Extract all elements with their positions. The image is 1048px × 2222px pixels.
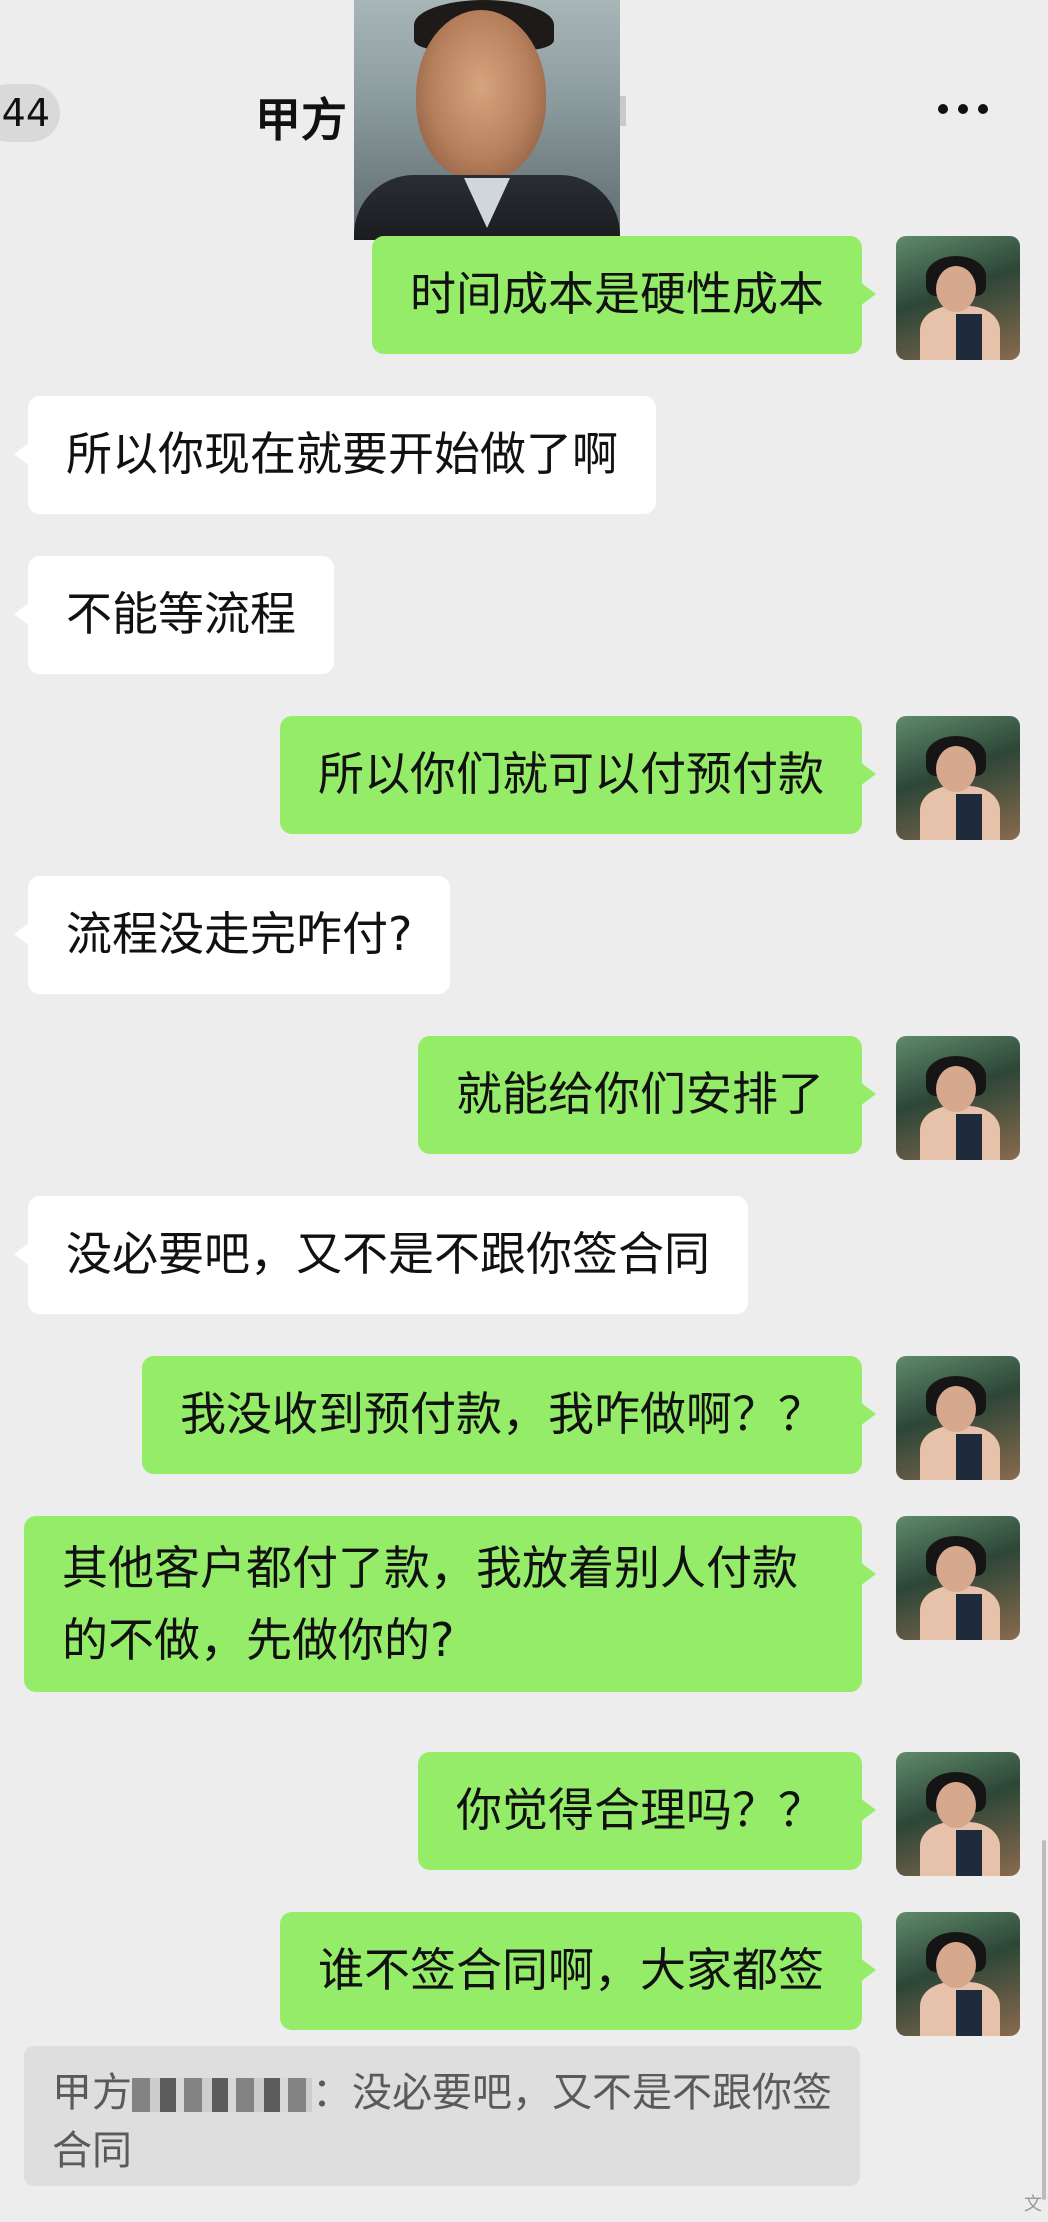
- message-bubble-mine[interactable]: 我没收到预付款，我咋做啊？？: [142, 1356, 876, 1474]
- my-avatar[interactable]: [896, 236, 1020, 360]
- quoted-message[interactable]: 甲方 ：没必要吧，又不是不跟你签合同: [24, 2046, 860, 2186]
- my-avatar[interactable]: [896, 1912, 1020, 2036]
- message-bubble-theirs[interactable]: 不能等流程: [14, 556, 334, 674]
- quote-sender: 甲方: [52, 2070, 132, 2116]
- my-avatar[interactable]: [896, 1752, 1020, 1876]
- message-bubble-mine[interactable]: 你觉得合理吗？？: [418, 1752, 876, 1870]
- watermark-text: 文: [1024, 2194, 1042, 2215]
- message-bubble-mine[interactable]: 其他客户都付了款，我放着别人付款的不做，先做你的?: [24, 1516, 876, 1692]
- overlay-photo: [354, 0, 620, 240]
- my-avatar[interactable]: [896, 1516, 1020, 1640]
- message-bubble-mine[interactable]: 就能给你们安排了: [418, 1036, 876, 1154]
- message-bubble-mine[interactable]: 所以你们就可以付预付款: [280, 716, 876, 834]
- message-bubble-theirs[interactable]: 没必要吧，又不是不跟你签合同: [14, 1196, 748, 1314]
- message-bubble-theirs[interactable]: 所以你现在就要开始做了啊: [14, 396, 656, 514]
- more-dots-icon[interactable]: [938, 104, 988, 114]
- chat-title: 甲方: [255, 93, 347, 147]
- scrollbar[interactable]: [1042, 1840, 1046, 2200]
- redacted-name: [132, 2078, 312, 2112]
- message-bubble-theirs[interactable]: 流程没走完咋付?: [13, 876, 451, 994]
- message-bubble-mine[interactable]: 谁不签合同啊，大家都签: [280, 1912, 876, 2030]
- my-avatar[interactable]: [896, 716, 1020, 840]
- my-avatar[interactable]: [896, 1356, 1020, 1480]
- message-bubble-mine[interactable]: 时间成本是硬性成本: [372, 236, 876, 354]
- back-unread-badge[interactable]: 44: [0, 84, 60, 142]
- my-avatar[interactable]: [896, 1036, 1020, 1160]
